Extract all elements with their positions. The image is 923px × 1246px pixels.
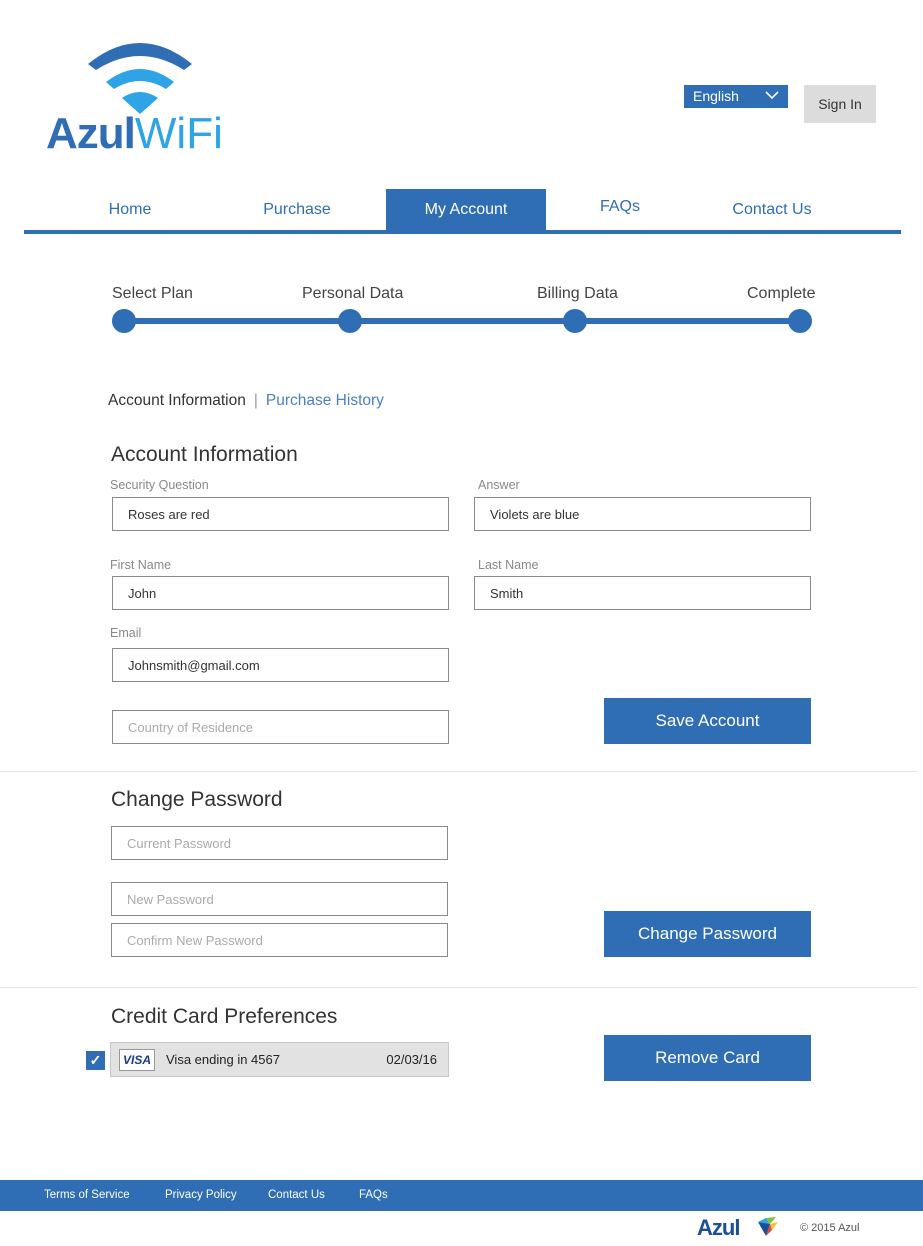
save-account-button[interactable]: Save Account bbox=[604, 698, 811, 744]
tab-account-information[interactable]: Account Information bbox=[108, 392, 246, 409]
email-field[interactable] bbox=[112, 648, 449, 682]
answer-field[interactable] bbox=[474, 497, 811, 531]
last-name-label: Last Name bbox=[478, 558, 539, 572]
card-select-checkbox[interactable]: ✓ bbox=[86, 1051, 105, 1070]
sign-in-button[interactable]: Sign In bbox=[804, 85, 876, 123]
nav-purchase[interactable]: Purchase bbox=[232, 189, 362, 230]
change-password-button[interactable]: Change Password bbox=[604, 911, 811, 957]
step-label-select-plan: Select Plan bbox=[112, 285, 193, 302]
remove-card-button[interactable]: Remove Card bbox=[604, 1035, 811, 1081]
first-name-label: First Name bbox=[110, 558, 172, 572]
nav-faqs[interactable]: FAQs bbox=[570, 186, 670, 227]
language-label: English bbox=[693, 88, 739, 104]
card-expiry: 02/03/16 bbox=[386, 1052, 437, 1067]
step-label-personal-data: Personal Data bbox=[302, 285, 404, 302]
step-dot bbox=[112, 309, 136, 333]
brand-name-bold: Azul bbox=[46, 109, 136, 158]
nav-contact-us[interactable]: Contact Us bbox=[712, 189, 832, 230]
section-divider bbox=[0, 771, 917, 772]
footer-bar bbox=[0, 1180, 923, 1211]
section-divider bbox=[0, 987, 917, 988]
security-question-field[interactable] bbox=[112, 497, 449, 531]
first-name-field[interactable] bbox=[112, 576, 449, 610]
saved-card-row[interactable]: VISA Visa ending in 4567 02/03/16 bbox=[110, 1042, 449, 1077]
security-question-label: Security Question bbox=[110, 478, 209, 492]
step-dot bbox=[563, 309, 587, 333]
brand-name-light: WiFi bbox=[134, 109, 223, 158]
country-field[interactable] bbox=[112, 710, 449, 744]
step-dot bbox=[338, 309, 362, 333]
last-name-field[interactable] bbox=[474, 576, 811, 610]
step-dot bbox=[788, 309, 812, 333]
footer-link-contact[interactable]: Contact Us bbox=[268, 1180, 325, 1211]
copyright-text: © 2015 Azul bbox=[800, 1222, 860, 1234]
credit-card-section-title: Credit Card Preferences bbox=[111, 1005, 338, 1028]
step-label-complete: Complete bbox=[747, 285, 816, 302]
tab-separator: | bbox=[253, 392, 258, 409]
account-section-title: Account Information bbox=[111, 443, 298, 466]
answer-label: Answer bbox=[478, 478, 520, 492]
nav-my-account[interactable]: My Account bbox=[386, 189, 546, 230]
stepper-track bbox=[124, 318, 800, 324]
password-section-title: Change Password bbox=[111, 788, 283, 811]
current-password-field[interactable] bbox=[111, 826, 448, 860]
footer-link-privacy[interactable]: Privacy Policy bbox=[165, 1180, 237, 1211]
nav-underline bbox=[24, 230, 901, 234]
email-label: Email bbox=[110, 626, 142, 640]
account-sub-tabs: Account Information | Purchase History bbox=[108, 392, 384, 410]
bird-logo-icon bbox=[758, 1217, 778, 1236]
chevron-down-icon bbox=[765, 91, 779, 100]
step-label-billing-data: Billing Data bbox=[537, 285, 618, 302]
tab-purchase-history[interactable]: Purchase History bbox=[266, 392, 384, 409]
card-description: Visa ending in 4567 bbox=[166, 1052, 280, 1067]
language-select[interactable]: English bbox=[684, 85, 788, 108]
footer-link-terms[interactable]: Terms of Service bbox=[44, 1180, 130, 1211]
new-password-field[interactable] bbox=[111, 882, 448, 916]
confirm-password-field[interactable] bbox=[111, 923, 448, 957]
footer-logo: Azul bbox=[697, 1215, 740, 1240]
nav-home[interactable]: Home bbox=[70, 189, 190, 230]
visa-logo-icon: VISA bbox=[119, 1049, 155, 1071]
footer-link-faqs[interactable]: FAQs bbox=[359, 1180, 388, 1211]
brand-wordmark: AzulWiFi bbox=[46, 110, 223, 158]
